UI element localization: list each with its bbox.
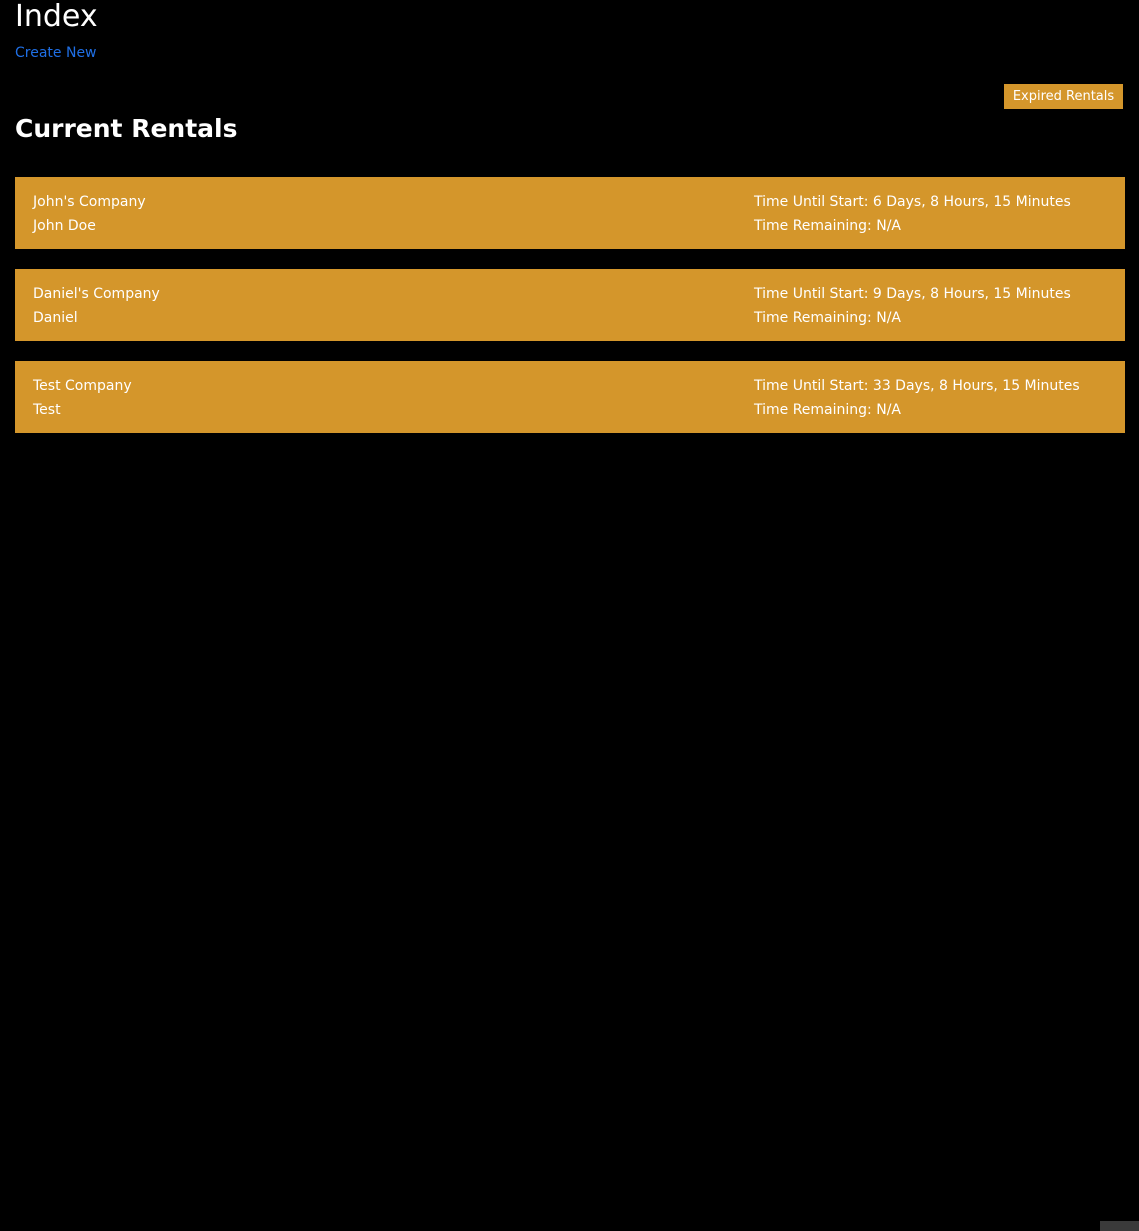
rental-contact: Test [33, 402, 61, 418]
page-title: Index [15, 0, 98, 34]
section-title: Current Rentals [15, 114, 238, 143]
rental-company: Test Company [33, 378, 132, 394]
rental-card[interactable]: Test Company Test Time Until Start: 33 D… [15, 361, 1125, 433]
rental-timing: Time Until Start: 33 Days, 8 Hours, 15 M… [754, 374, 1080, 422]
rental-time-remaining: Time Remaining: N/A [754, 402, 901, 418]
expired-rentals-button[interactable]: Expired Rentals [1004, 84, 1123, 109]
rental-info: John's Company John Doe [33, 190, 146, 238]
rental-info: Daniel's Company Daniel [33, 282, 160, 330]
scrollbar-corner [1100, 1221, 1139, 1231]
rental-time-remaining: Time Remaining: N/A [754, 218, 901, 234]
rental-list: John's Company John Doe Time Until Start… [15, 177, 1125, 453]
rental-info: Test Company Test [33, 374, 132, 422]
rental-contact: Daniel [33, 310, 78, 326]
rental-time-until-start: Time Until Start: 33 Days, 8 Hours, 15 M… [754, 378, 1080, 394]
rental-contact: John Doe [33, 218, 96, 234]
rental-timing: Time Until Start: 6 Days, 8 Hours, 15 Mi… [754, 190, 1071, 238]
rental-card[interactable]: Daniel's Company Daniel Time Until Start… [15, 269, 1125, 341]
rental-timing: Time Until Start: 9 Days, 8 Hours, 15 Mi… [754, 282, 1071, 330]
rental-card[interactable]: John's Company John Doe Time Until Start… [15, 177, 1125, 249]
rental-time-until-start: Time Until Start: 9 Days, 8 Hours, 15 Mi… [754, 286, 1071, 302]
create-new-link[interactable]: Create New [15, 44, 97, 62]
rental-company: Daniel's Company [33, 286, 160, 302]
rental-time-remaining: Time Remaining: N/A [754, 310, 901, 326]
rental-time-until-start: Time Until Start: 6 Days, 8 Hours, 15 Mi… [754, 194, 1071, 210]
rental-company: John's Company [33, 194, 146, 210]
